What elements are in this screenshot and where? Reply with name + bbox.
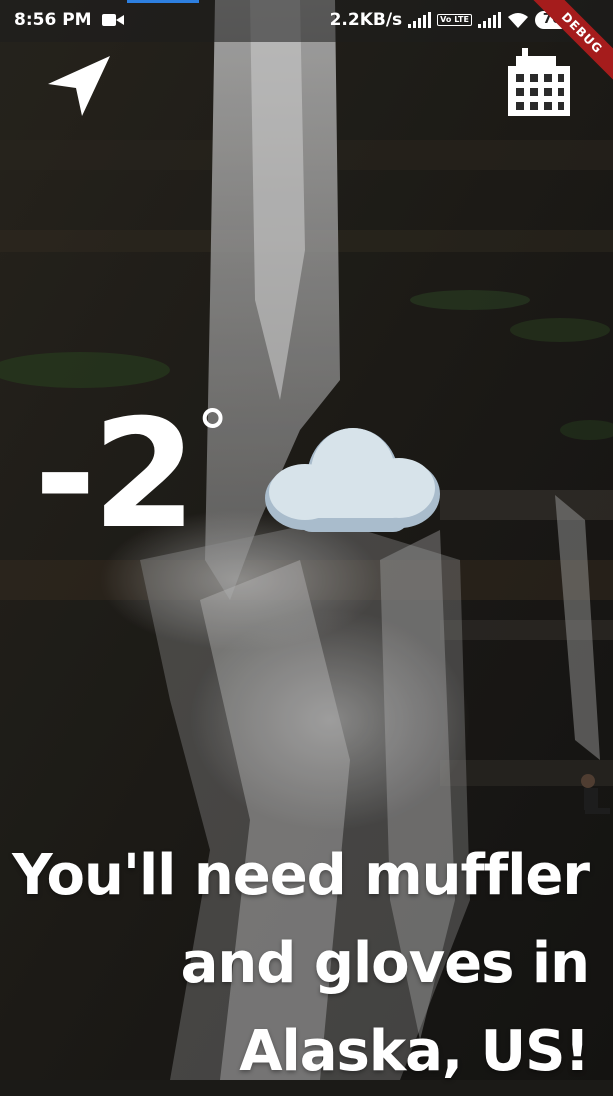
city-building-icon: [508, 48, 570, 116]
city-select-button[interactable]: [506, 48, 572, 122]
message-line-2: and gloves in: [180, 931, 590, 996]
wifi-icon: [507, 13, 528, 28]
temperature-value: -2: [34, 388, 197, 562]
weather-advice-message: You'll need muffler and gloves in Alaska…: [9, 832, 590, 1096]
signal-strength-icon: [408, 12, 432, 28]
status-left: 8:56 PM: [14, 10, 124, 30]
video-recording-icon: [101, 14, 124, 26]
degree-symbol: °: [196, 398, 229, 472]
network-speed: 2.2KB/s: [329, 10, 403, 30]
cloud-icon: [265, 428, 440, 532]
status-bar: 8:56 PM 2.2KB/s Vo LTE 76: [0, 0, 613, 42]
status-time: 8:56 PM: [14, 10, 92, 30]
message-line-3: Alaska, US!: [239, 1019, 590, 1084]
message-line-1: You'll need muffler: [12, 843, 590, 908]
volte-badge: Vo LTE: [437, 14, 472, 26]
loading-indicator: [127, 0, 199, 3]
status-right: 2.2KB/s Vo LTE 76: [330, 10, 569, 30]
signal-strength-icon-2: [477, 12, 501, 28]
navigation-arrow-icon: [48, 56, 110, 116]
temperature-display: -2 °: [34, 395, 229, 555]
location-button[interactable]: [46, 54, 112, 122]
